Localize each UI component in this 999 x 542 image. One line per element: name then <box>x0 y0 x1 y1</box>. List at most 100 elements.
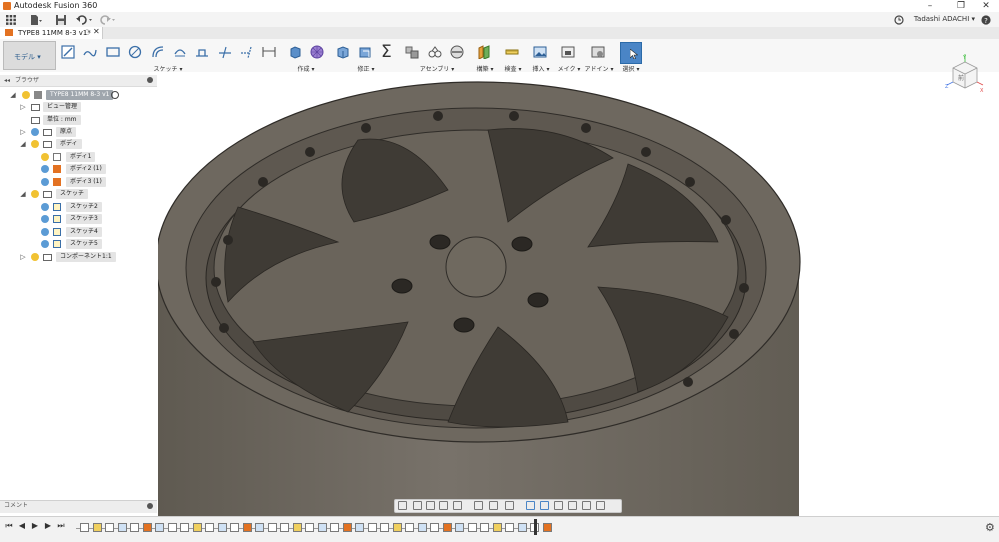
timeline-feature-icon[interactable] <box>492 523 502 532</box>
timeline-feature-icon[interactable] <box>117 523 127 532</box>
select-filter-sketch-icon[interactable] <box>582 501 591 510</box>
timeline-play-icon[interactable]: ▶ <box>30 520 40 532</box>
minimize-button[interactable]: – <box>920 0 940 12</box>
look-at-icon[interactable] <box>413 501 422 510</box>
timeline-feature-icon[interactable] <box>442 523 452 532</box>
file-menu-icon[interactable] <box>28 13 44 26</box>
undo-icon[interactable] <box>75 13 95 26</box>
help-button[interactable]: ? <box>978 13 994 26</box>
visibility-bulb-icon[interactable] <box>41 228 49 236</box>
close-window-button[interactable]: ✕ <box>976 0 996 12</box>
grid-settings-icon[interactable] <box>489 501 498 510</box>
tree-row-body3[interactable]: ボディ3 (1) <box>0 176 157 188</box>
tree-row-root[interactable]: ◢ TYPE8 11MM 8-3 v1 <box>0 89 157 101</box>
expand-arrow-icon[interactable]: ▷ <box>19 126 27 138</box>
tree-row-named-views[interactable]: ▷ ビュー管理 <box>0 101 157 113</box>
timeline-feature-icon[interactable] <box>105 523 114 532</box>
tree-row-origin[interactable]: ▷ 原点 <box>0 126 157 138</box>
orbit-icon[interactable] <box>398 501 407 510</box>
timeline-feature-icon[interactable] <box>130 523 139 532</box>
timeline-feature-icon[interactable] <box>467 523 477 532</box>
collapse-arrow-icon[interactable]: ◢ <box>9 89 17 101</box>
restore-button[interactable]: ❐ <box>951 0 971 12</box>
activate-radio-icon[interactable] <box>111 91 119 99</box>
tree-row-bodies[interactable]: ◢ ボディ <box>0 138 157 150</box>
expand-arrow-icon[interactable]: ▷ <box>19 251 27 263</box>
tree-row-body1[interactable]: ボディ1 <box>0 151 157 163</box>
view-cube[interactable]: 前 Y Z X <box>945 54 985 94</box>
viewports-icon[interactable] <box>505 501 514 510</box>
timeline-next-icon[interactable]: ▶ <box>43 520 53 532</box>
timeline-settings-gear-icon[interactable]: ⚙ <box>985 521 995 534</box>
form-icon[interactable] <box>310 45 324 59</box>
timeline-feature-icon[interactable] <box>480 523 489 532</box>
tree-row-component1[interactable]: ▷ コンポーネント1:1 <box>0 251 157 263</box>
tree-row-sketch4[interactable]: スケッチ4 <box>0 226 157 238</box>
trim-tool-icon[interactable] <box>218 45 232 59</box>
timeline-feature-icon[interactable] <box>267 523 277 532</box>
parameters-sigma-icon[interactable]: Σ <box>381 42 392 62</box>
pan-hand-icon[interactable] <box>426 501 435 510</box>
display-settings-icon[interactable] <box>474 501 483 510</box>
redo-icon[interactable] <box>98 13 118 26</box>
create-sketch-icon[interactable] <box>61 45 75 59</box>
timeline-feature-icon[interactable] <box>192 523 202 532</box>
timeline-last-icon[interactable]: ⏭ <box>56 520 66 532</box>
timeline-feature-icon[interactable] <box>180 523 189 532</box>
save-icon[interactable] <box>55 13 67 26</box>
timeline-feature-icon[interactable] <box>155 523 164 532</box>
timeline-feature-icon[interactable] <box>167 523 177 532</box>
visibility-bulb-icon[interactable] <box>41 215 49 223</box>
rectangle-tool-icon[interactable] <box>106 45 120 59</box>
tree-row-sketch3[interactable]: スケッチ3 <box>0 213 157 225</box>
visibility-bulb-icon[interactable] <box>31 128 39 136</box>
timeline-first-icon[interactable]: ⏮ <box>4 520 14 532</box>
fit-zoom-icon[interactable] <box>453 501 462 510</box>
canvas-viewport[interactable] <box>158 72 999 516</box>
tree-row-sketch2[interactable]: スケッチ2 <box>0 201 157 213</box>
scripts-addins-icon[interactable] <box>591 45 605 59</box>
timeline-marker[interactable] <box>534 519 537 535</box>
expand-arrow-icon[interactable]: ▷ <box>19 101 27 113</box>
offset-tool-icon[interactable] <box>151 45 165 59</box>
zoom-icon[interactable] <box>439 501 448 510</box>
tab-close-icon[interactable]: ✕ <box>93 27 100 36</box>
tree-row-body2[interactable]: ボディ2 (1) <box>0 163 157 175</box>
wheel-model[interactable] <box>158 72 999 516</box>
select-filter-all-icon[interactable] <box>596 501 605 510</box>
timeline-feature-icon[interactable] <box>255 523 264 532</box>
timeline-feature-icon[interactable] <box>280 523 289 532</box>
slot-tool-icon[interactable] <box>173 45 187 59</box>
timeline-feature-icon[interactable] <box>292 523 302 532</box>
visibility-bulb-icon[interactable] <box>31 190 39 198</box>
timeline-feature-icon[interactable] <box>305 523 314 532</box>
timeline-feature-icon[interactable] <box>517 523 527 532</box>
collapse-arrow-icon[interactable]: ◢ <box>19 138 27 150</box>
timeline-feature-icon[interactable] <box>142 523 152 532</box>
timeline-feature-icon[interactable] <box>417 523 427 532</box>
select-filter-vertex-icon[interactable] <box>568 501 577 510</box>
timeline-feature-icon[interactable] <box>355 523 364 532</box>
timeline-feature-icon[interactable] <box>392 523 402 532</box>
timeline-prev-icon[interactable]: ◀ <box>17 520 27 532</box>
extend-tool-icon[interactable] <box>240 45 254 59</box>
tree-row-units[interactable]: 単位 : mm <box>0 114 157 126</box>
visibility-bulb-icon[interactable] <box>31 253 39 261</box>
select-filter-body-icon[interactable] <box>526 501 535 510</box>
user-account-menu[interactable]: Tadashi ADACHI ▾ <box>914 12 975 27</box>
timeline-feature-icon[interactable] <box>455 523 464 532</box>
timeline-feature-icon[interactable] <box>205 523 214 532</box>
timeline-feature-icon[interactable] <box>505 523 514 532</box>
visibility-bulb-icon[interactable] <box>22 91 30 99</box>
browser-options-icon[interactable] <box>147 77 153 83</box>
visibility-bulb-icon[interactable] <box>41 203 49 211</box>
timeline-feature-icon[interactable] <box>242 523 252 532</box>
visibility-bulb-icon[interactable] <box>41 165 49 173</box>
select-filter-face-icon[interactable] <box>540 501 549 510</box>
timeline-feature-icon[interactable] <box>542 523 552 532</box>
circle-tool-icon[interactable] <box>128 45 142 59</box>
timeline-feature-icon[interactable] <box>217 523 227 532</box>
visibility-bulb-icon[interactable] <box>41 240 49 248</box>
timeline-feature-icon[interactable] <box>380 523 389 532</box>
timeline-feature-icon[interactable] <box>317 523 327 532</box>
